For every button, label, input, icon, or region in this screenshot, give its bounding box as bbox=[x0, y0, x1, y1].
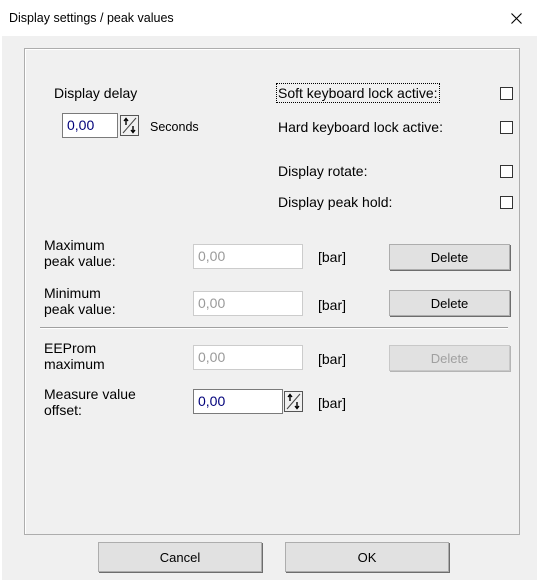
close-icon bbox=[510, 12, 522, 24]
eeprom-max-unit: [bar] bbox=[318, 351, 347, 367]
display-peak-hold-checkbox[interactable] bbox=[500, 196, 513, 209]
spin-arrows-icon bbox=[286, 393, 301, 410]
display-delay-label: Display delay bbox=[54, 85, 138, 101]
separator bbox=[40, 327, 508, 329]
max-peak-unit: [bar] bbox=[318, 249, 347, 265]
delete-max-peak-button[interactable]: Delete bbox=[389, 244, 510, 270]
display-delay-input[interactable]: 0,00 bbox=[62, 113, 118, 138]
display-delay-spinner[interactable] bbox=[120, 115, 139, 136]
max-peak-label: Maximum peak value: bbox=[44, 237, 116, 269]
offset-label: Measure value offset: bbox=[44, 386, 136, 418]
dialog-body: Display delay 0,00 Seconds Soft keyboard… bbox=[2, 36, 537, 580]
close-button[interactable] bbox=[493, 0, 539, 36]
max-peak-field: 0,00 bbox=[193, 244, 303, 269]
display-rotate-checkbox[interactable] bbox=[500, 165, 513, 178]
delete-eeprom-button: Delete bbox=[389, 345, 510, 371]
hard-keyboard-lock-checkbox[interactable] bbox=[500, 121, 513, 134]
min-peak-label: Minimum peak value: bbox=[44, 285, 116, 317]
cancel-button[interactable]: Cancel bbox=[98, 542, 262, 572]
min-peak-field: 0,00 bbox=[193, 291, 303, 316]
min-peak-unit: [bar] bbox=[318, 297, 347, 313]
title-bar: Display settings / peak values bbox=[0, 0, 539, 36]
eeprom-max-field: 0,00 bbox=[193, 345, 303, 370]
offset-spinner[interactable] bbox=[284, 391, 303, 412]
spin-arrows-icon bbox=[122, 117, 137, 134]
display-peak-hold-label: Display peak hold: bbox=[278, 194, 393, 210]
display-delay-unit: Seconds bbox=[150, 120, 199, 134]
display-rotate-label: Display rotate: bbox=[278, 163, 368, 179]
soft-keyboard-lock-label: Soft keyboard lock active: bbox=[276, 83, 440, 103]
offset-input[interactable]: 0,00 bbox=[193, 389, 283, 414]
eeprom-max-label: EEProm maximum bbox=[44, 340, 105, 372]
ok-button[interactable]: OK bbox=[285, 542, 449, 572]
offset-unit: [bar] bbox=[318, 395, 347, 411]
soft-keyboard-lock-checkbox[interactable] bbox=[500, 87, 513, 100]
settings-group: Display delay 0,00 Seconds Soft keyboard… bbox=[24, 48, 520, 535]
hard-keyboard-lock-label: Hard keyboard lock active: bbox=[278, 119, 443, 135]
delete-min-peak-button[interactable]: Delete bbox=[389, 290, 510, 316]
window-title: Display settings / peak values bbox=[9, 11, 174, 25]
